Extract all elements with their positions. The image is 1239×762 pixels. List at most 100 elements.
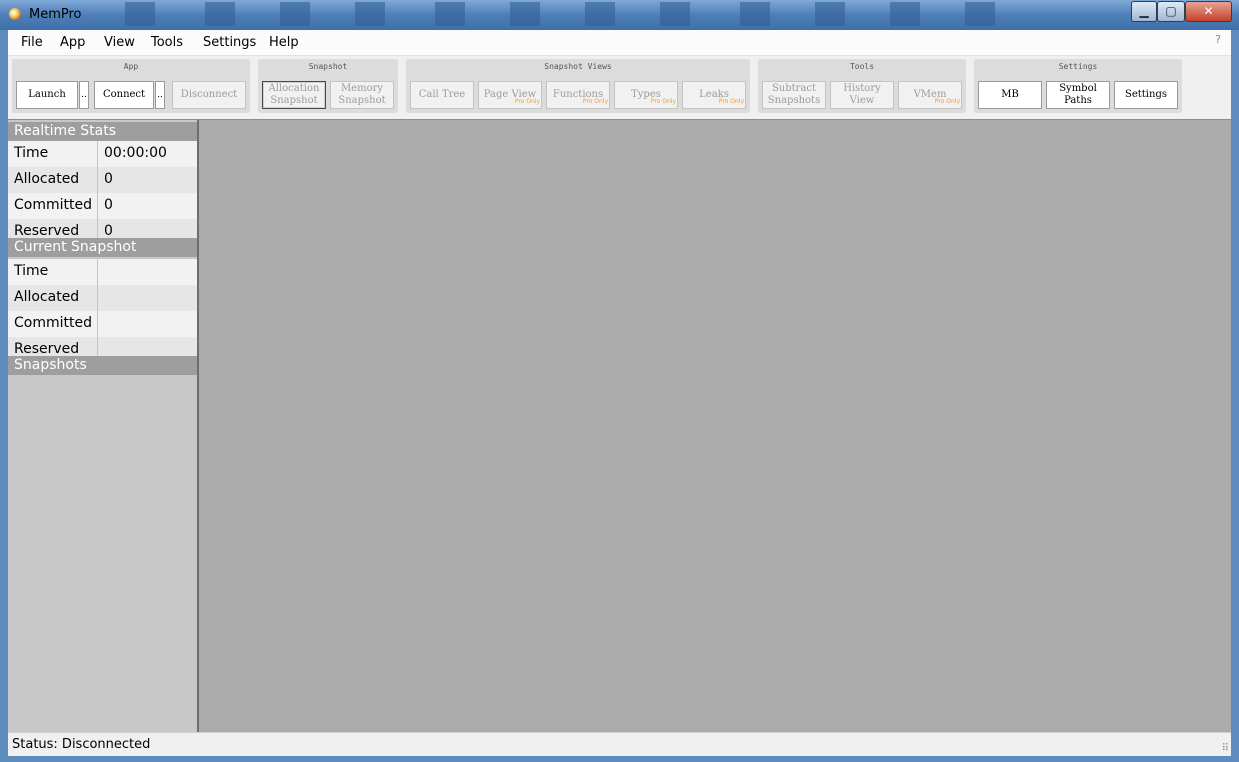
settings-button[interactable]: Settings <box>1114 81 1178 109</box>
window-title: MemPro <box>29 7 82 22</box>
menu-tools[interactable]: Tools <box>151 35 183 50</box>
stat-label: Reserved <box>14 341 80 356</box>
toolbar-group-snapshot-views: Snapshot Views Call Tree Page View Pro O… <box>406 59 750 113</box>
desktop-icon-deco <box>585 2 615 26</box>
desktop-icon-deco <box>815 2 845 26</box>
desktop-icon-deco <box>965 2 995 26</box>
column-divider <box>97 219 98 238</box>
snapshots-list[interactable] <box>8 375 197 732</box>
stat-label: Time <box>14 145 49 161</box>
disconnect-button[interactable]: Disconnect <box>172 81 246 109</box>
realtime-row-allocated: Allocated 0 <box>8 167 197 193</box>
minimize-button[interactable]: ▁ <box>1131 1 1157 22</box>
menu-app[interactable]: App <box>60 35 85 50</box>
menu-help[interactable]: Help <box>269 35 299 50</box>
snapshot-row-allocated: Allocated <box>8 285 197 311</box>
stats-sidebar: Realtime Stats Time 00:00:00 Allocated 0… <box>8 120 199 732</box>
pro-only-badge: Pro Only <box>718 98 744 105</box>
snapshots-header: Snapshots <box>8 356 197 375</box>
desktop-icon-deco <box>890 2 920 26</box>
launch-button[interactable]: Launch <box>16 81 78 109</box>
launch-options-button[interactable]: .. <box>79 81 89 109</box>
toolbar-group-settings: Settings MB Symbol Paths Settings <box>974 59 1182 113</box>
close-button[interactable]: ✕ <box>1185 1 1232 22</box>
call-tree-button[interactable]: Call Tree <box>410 81 474 109</box>
types-button[interactable]: Types Pro Only <box>614 81 678 109</box>
realtime-row-committed: Committed 0 <box>8 193 197 219</box>
stat-value: 00:00:00 <box>104 145 167 161</box>
functions-button[interactable]: Functions Pro Only <box>546 81 610 109</box>
title-bar[interactable]: MemPro ▁ ▢ ✕ <box>0 0 1239 30</box>
subtract-snapshots-button[interactable]: Subtract Snapshots <box>762 81 826 109</box>
desktop-icon-deco <box>660 2 690 26</box>
group-label-app: App <box>123 62 139 71</box>
group-label-snapshot: Snapshot <box>308 62 348 71</box>
app-icon[interactable] <box>9 8 21 20</box>
desktop-icon-deco <box>510 2 540 26</box>
toolbar: App Launch .. Connect .. Disconnect Snap… <box>8 56 1231 119</box>
allocation-snapshot-button[interactable]: Allocation Snapshot <box>262 81 326 109</box>
resize-grip-icon[interactable]: ⠿ <box>1222 743 1229 754</box>
menu-bar: File App View Tools Settings Help ? <box>8 30 1231 56</box>
snapshot-row-committed: Committed <box>8 311 197 337</box>
minimize-icon: ▁ <box>1139 4 1149 18</box>
stat-label: Committed <box>14 315 92 331</box>
stat-label: Time <box>14 263 49 279</box>
stat-value: 0 <box>104 197 113 213</box>
menu-view[interactable]: View <box>104 35 135 50</box>
realtime-row-reserved: Reserved 0 <box>8 219 197 238</box>
mb-units-button[interactable]: MB <box>978 81 1042 109</box>
menu-settings[interactable]: Settings <box>203 35 256 50</box>
pro-only-badge: Pro Only <box>582 98 608 105</box>
history-view-button[interactable]: History View <box>830 81 894 109</box>
group-label-tools: Tools <box>849 62 875 71</box>
main-view-area[interactable] <box>199 120 1231 732</box>
toolbar-group-app: App Launch .. Connect .. Disconnect <box>12 59 250 113</box>
desktop-icon-deco <box>280 2 310 26</box>
pro-only-badge: Pro Only <box>514 98 540 105</box>
stat-label: Reserved <box>14 223 80 238</box>
memory-snapshot-button[interactable]: Memory Snapshot <box>330 81 394 109</box>
connect-button[interactable]: Connect <box>94 81 154 109</box>
pro-only-badge: Pro Only <box>934 98 960 105</box>
desktop-icon-deco <box>740 2 770 26</box>
desktop-icon-deco <box>435 2 465 26</box>
realtime-stats-header: Realtime Stats <box>8 122 197 141</box>
desktop-icon-deco <box>205 2 235 26</box>
toolbar-group-tools: Tools Subtract Snapshots History View VM… <box>758 59 966 113</box>
help-icon[interactable]: ? <box>1215 33 1221 46</box>
column-divider <box>97 259 98 285</box>
group-label-settings: Settings <box>1058 62 1098 71</box>
stat-label: Allocated <box>14 289 80 305</box>
pro-only-badge: Pro Only <box>650 98 676 105</box>
realtime-row-time: Time 00:00:00 <box>8 141 197 167</box>
desktop-icon-deco <box>355 2 385 26</box>
page-view-button[interactable]: Page View Pro Only <box>478 81 542 109</box>
desktop-icon-deco <box>125 2 155 26</box>
column-divider <box>97 141 98 167</box>
current-snapshot-header: Current Snapshot <box>8 238 197 257</box>
stat-label: Committed <box>14 197 92 213</box>
stat-label: Allocated <box>14 171 80 187</box>
group-label-snapshot-views: Snapshot Views <box>544 62 612 71</box>
vmem-button[interactable]: VMem Pro Only <box>898 81 962 109</box>
menu-file[interactable]: File <box>21 35 43 50</box>
snapshot-row-reserved: Reserved <box>8 337 197 356</box>
connect-options-button[interactable]: .. <box>155 81 165 109</box>
maximize-button[interactable]: ▢ <box>1157 1 1185 22</box>
client-area: File App View Tools Settings Help ? App … <box>8 30 1231 756</box>
leaks-button[interactable]: Leaks Pro Only <box>682 81 746 109</box>
column-divider <box>97 193 98 219</box>
connection-status: Status: Disconnected <box>12 737 151 752</box>
column-divider <box>97 337 98 356</box>
stat-value: 0 <box>104 171 113 187</box>
status-bar: Status: Disconnected ⠿ <box>8 732 1231 756</box>
close-icon: ✕ <box>1203 4 1214 18</box>
symbol-paths-button[interactable]: Symbol Paths <box>1046 81 1110 109</box>
maximize-icon: ▢ <box>1165 4 1177 18</box>
stat-value: 0 <box>104 223 113 238</box>
snapshot-row-time: Time <box>8 259 197 285</box>
column-divider <box>97 167 98 193</box>
column-divider <box>97 285 98 311</box>
column-divider <box>97 311 98 337</box>
